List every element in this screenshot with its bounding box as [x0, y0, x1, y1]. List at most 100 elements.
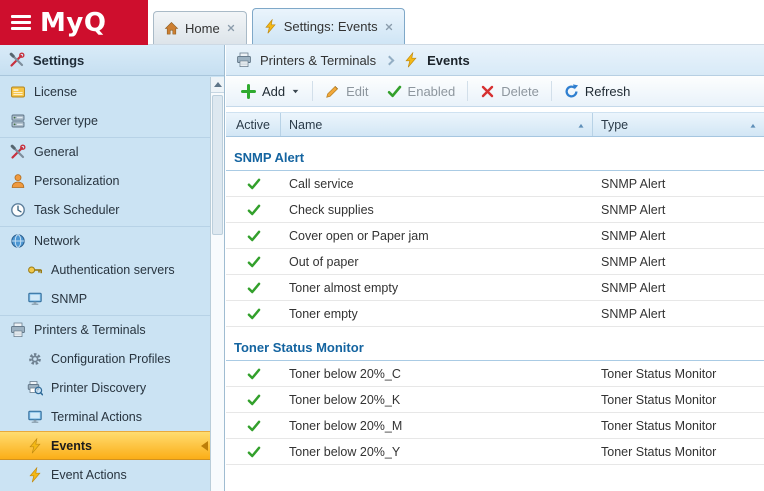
breadcrumb-current: Events [427, 53, 470, 68]
table-header: Active Name Type [226, 112, 764, 137]
hamburger-menu-icon[interactable] [11, 15, 31, 30]
active-cell [226, 419, 281, 433]
column-header-name[interactable]: Name [281, 113, 593, 136]
group-rows: Call service SNMP Alert Check supplies S… [226, 171, 764, 327]
sidebar-item-label: Server type [34, 114, 98, 128]
scroll-thumb[interactable] [212, 95, 223, 235]
table-row[interactable]: Check supplies SNMP Alert [226, 197, 764, 223]
sidebar-item-terminal-actions[interactable]: Terminal Actions [0, 402, 210, 431]
sidebar-title: Settings [33, 53, 84, 68]
check-icon [247, 255, 261, 269]
name-cell: Toner below 20%_C [281, 367, 593, 381]
sidebar-item-label: Terminal Actions [51, 410, 142, 424]
sidebar-item-task-scheduler[interactable]: Task Scheduler [0, 195, 210, 224]
edit-button-label: Edit [346, 84, 368, 99]
table-row[interactable]: Toner below 20%_Y Toner Status Monitor [226, 439, 764, 465]
sidebar-item-printer-discovery[interactable]: Printer Discovery [0, 373, 210, 402]
check-icon [247, 393, 261, 407]
sort-icon[interactable] [576, 121, 586, 131]
printers-terminals-icon [10, 322, 26, 338]
tab-settings-events[interactable]: Settings: Events [252, 8, 405, 44]
events-icon [403, 52, 419, 68]
type-cell: Toner Status Monitor [593, 445, 764, 459]
column-header-type[interactable]: Type [593, 113, 764, 136]
sidebar-item-label: Printers & Terminals [34, 323, 146, 337]
name-cell: Toner almost empty [281, 281, 593, 295]
type-cell: Toner Status Monitor [593, 419, 764, 433]
sidebar-item-label: License [34, 85, 77, 99]
type-cell: SNMP Alert [593, 229, 764, 243]
toolbar-separator [312, 81, 313, 101]
tab-bar: Home Settings: Events [153, 8, 405, 44]
sidebar-item-personalization[interactable]: Personalization [0, 166, 210, 195]
group-title: Toner Status Monitor [226, 334, 764, 361]
name-cell: Toner empty [281, 307, 593, 321]
group-title: SNMP Alert [226, 144, 764, 171]
event-actions-icon [27, 467, 43, 483]
sidebar-item-label: Network [34, 234, 80, 248]
sidebar-item-authentication-servers[interactable]: Authentication servers [0, 255, 210, 284]
sidebar-item-license[interactable]: License [0, 77, 210, 106]
table-row[interactable]: Out of paper SNMP Alert [226, 249, 764, 275]
terminal-actions-icon [27, 409, 43, 425]
sidebar-item-general[interactable]: General [0, 137, 210, 166]
chevron-down-icon [291, 87, 300, 96]
active-cell [226, 203, 281, 217]
enabled-button[interactable]: Enabled [378, 79, 465, 103]
sidebar-item-printers-terminals[interactable]: Printers & Terminals [0, 315, 210, 344]
close-icon[interactable] [384, 22, 394, 32]
edit-button[interactable]: Edit [316, 79, 377, 103]
table-row[interactable]: Cover open or Paper jam SNMP Alert [226, 223, 764, 249]
type-cell: Toner Status Monitor [593, 393, 764, 407]
up-arrow-icon [214, 82, 222, 87]
sidebar-items: License Server type General Personalizat… [0, 77, 210, 491]
sidebar-item-server-type[interactable]: Server type [0, 106, 210, 135]
table-row[interactable]: Toner below 20%_C Toner Status Monitor [226, 361, 764, 387]
sidebar-item-label: Task Scheduler [34, 203, 119, 217]
table-row[interactable]: Toner below 20%_M Toner Status Monitor [226, 413, 764, 439]
printer-icon [236, 52, 252, 68]
delete-button[interactable]: Delete [471, 79, 548, 103]
type-cell: SNMP Alert [593, 281, 764, 295]
license-icon [10, 84, 26, 100]
check-icon [247, 177, 261, 191]
sidebar-item-snmp[interactable]: SNMP [0, 284, 210, 313]
type-cell: Toner Status Monitor [593, 367, 764, 381]
sidebar-item-label: SNMP [51, 292, 87, 306]
app-logo[interactable]: MyQ [0, 0, 148, 45]
check-icon [247, 419, 261, 433]
table-group: SNMP Alert Call service SNMP Alert Check… [226, 137, 764, 327]
sidebar-item-network[interactable]: Network [0, 226, 210, 255]
table-row[interactable]: Toner empty SNMP Alert [226, 301, 764, 327]
sidebar-item-configuration-profiles[interactable]: Configuration Profiles [0, 344, 210, 373]
type-cell: SNMP Alert [593, 307, 764, 321]
column-header-active[interactable]: Active [226, 113, 281, 136]
name-cell: Out of paper [281, 255, 593, 269]
table-row[interactable]: Call service SNMP Alert [226, 171, 764, 197]
scroll-up-button[interactable] [211, 77, 224, 93]
add-button[interactable]: Add [232, 79, 309, 103]
sidebar-item-event-actions[interactable]: Event Actions [0, 460, 210, 489]
x-icon [480, 84, 495, 99]
general-icon [10, 144, 26, 160]
refresh-button-label: Refresh [585, 84, 631, 99]
breadcrumb-parent[interactable]: Printers & Terminals [260, 53, 376, 68]
sidebar-scrollbar[interactable] [210, 77, 224, 491]
check-icon [247, 367, 261, 381]
check-icon [247, 281, 261, 295]
refresh-button[interactable]: Refresh [555, 79, 640, 103]
toolbar-separator [551, 81, 552, 101]
auth-servers-icon [27, 262, 43, 278]
selected-arrow-icon [201, 441, 208, 451]
config-profiles-icon [27, 351, 43, 367]
active-cell [226, 367, 281, 381]
sort-icon[interactable] [748, 121, 758, 131]
tab-home[interactable]: Home [153, 11, 247, 44]
refresh-icon [564, 84, 579, 99]
server-type-icon [10, 113, 26, 129]
table-row[interactable]: Toner almost empty SNMP Alert [226, 275, 764, 301]
add-button-label: Add [262, 84, 285, 99]
table-row[interactable]: Toner below 20%_K Toner Status Monitor [226, 387, 764, 413]
sidebar-item-events[interactable]: Events [0, 431, 210, 460]
close-icon[interactable] [226, 23, 236, 33]
